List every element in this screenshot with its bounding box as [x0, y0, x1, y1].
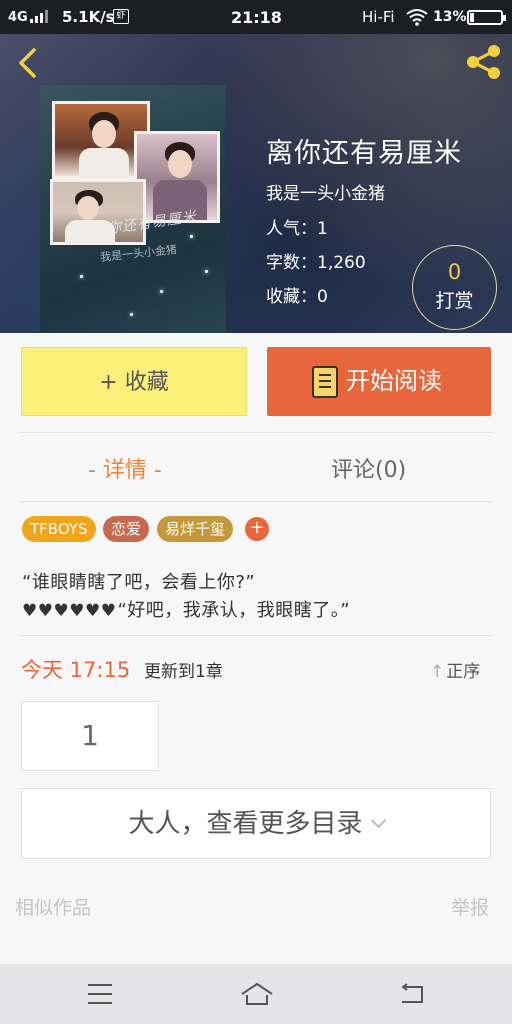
clock: 21:18	[231, 8, 282, 27]
start-reading-label: 开始阅读	[346, 367, 442, 395]
signal-icon	[30, 9, 50, 23]
similar-works-link[interactable]: 相似作品	[15, 893, 91, 920]
battery-icon	[467, 10, 506, 25]
tip-amount: 0	[447, 260, 462, 284]
menu-icon[interactable]	[88, 984, 112, 1004]
book-header: 离你还有易厘米 我是一头小金猪 离你还有易厘米 我是一头小金猪 人气：1 字数：…	[0, 34, 512, 333]
system-back-icon[interactable]	[398, 982, 426, 1006]
tip-button[interactable]: 0 打赏	[412, 245, 497, 330]
share-icon[interactable]	[464, 44, 504, 80]
back-icon[interactable]	[14, 46, 44, 80]
more-catalog-label: 大人，查看更多目录	[128, 809, 363, 839]
sort-order-label: 正序	[446, 662, 481, 682]
wifi-icon	[406, 9, 428, 26]
battery-percent: 13%	[433, 9, 467, 25]
chevron-down-icon	[370, 812, 386, 829]
intro-line-2: ♥♥♥♥♥♥“好吧，我承认，我眼瞎了。”	[22, 596, 350, 622]
book-icon	[312, 366, 338, 398]
divider	[21, 635, 491, 636]
home-icon[interactable]	[240, 981, 274, 1007]
book-title: 离你还有易厘米	[266, 138, 462, 169]
start-reading-button[interactable]: 开始阅读	[267, 347, 491, 416]
divider	[21, 501, 491, 502]
status-bar: 4G 5.1K/s 虾 21:18 Hi-Fi 13%	[0, 0, 512, 34]
add-favorite-button[interactable]: + 收藏	[21, 347, 247, 416]
sort-order-toggle[interactable]: ↑ 正序	[430, 657, 480, 682]
tag-tfboys[interactable]: TFBOYS	[22, 516, 96, 542]
intro-line-1: “谁眼睛瞎了吧，会看上你?”	[22, 572, 256, 593]
report-link[interactable]: 举报	[451, 893, 489, 920]
update-status: 更新到1章	[144, 662, 223, 682]
book-author[interactable]: 我是一头小金猪	[266, 179, 385, 204]
tag-romance[interactable]: 恋爱	[103, 516, 150, 542]
chapter-item[interactable]: 1	[21, 701, 159, 771]
hifi-label: Hi-Fi	[362, 8, 395, 26]
book-cover: 离你还有易厘米 我是一头小金猪	[40, 85, 226, 333]
more-catalog-button[interactable]: 大人，查看更多目录	[21, 788, 491, 859]
tip-label: 打赏	[435, 290, 474, 312]
intro-quote: “好吧，我承认，我眼瞎了。”	[117, 600, 351, 621]
tab-detail[interactable]: - 详情 -	[88, 452, 162, 484]
heart-icons: ♥♥♥♥♥♥	[22, 601, 117, 621]
add-tag-button[interactable]: +	[245, 517, 269, 541]
popularity-stat: 人气：1	[266, 219, 328, 239]
system-nav-bar	[0, 964, 512, 1024]
favorites-stat: 收藏：0	[266, 287, 328, 307]
network-speed: 5.1K/s	[62, 8, 115, 26]
network-type: 4G	[8, 10, 28, 25]
arrow-up-icon: ↑	[430, 662, 445, 682]
app-notification-icon: 虾	[113, 9, 129, 24]
update-time: 今天 17:15	[21, 658, 131, 682]
word-count-stat: 字数：1,260	[266, 253, 366, 273]
tag-yi-yangqianxi[interactable]: 易烊千玺	[157, 516, 234, 542]
divider	[21, 432, 491, 433]
tab-comments[interactable]: 评论(0)	[331, 452, 406, 484]
